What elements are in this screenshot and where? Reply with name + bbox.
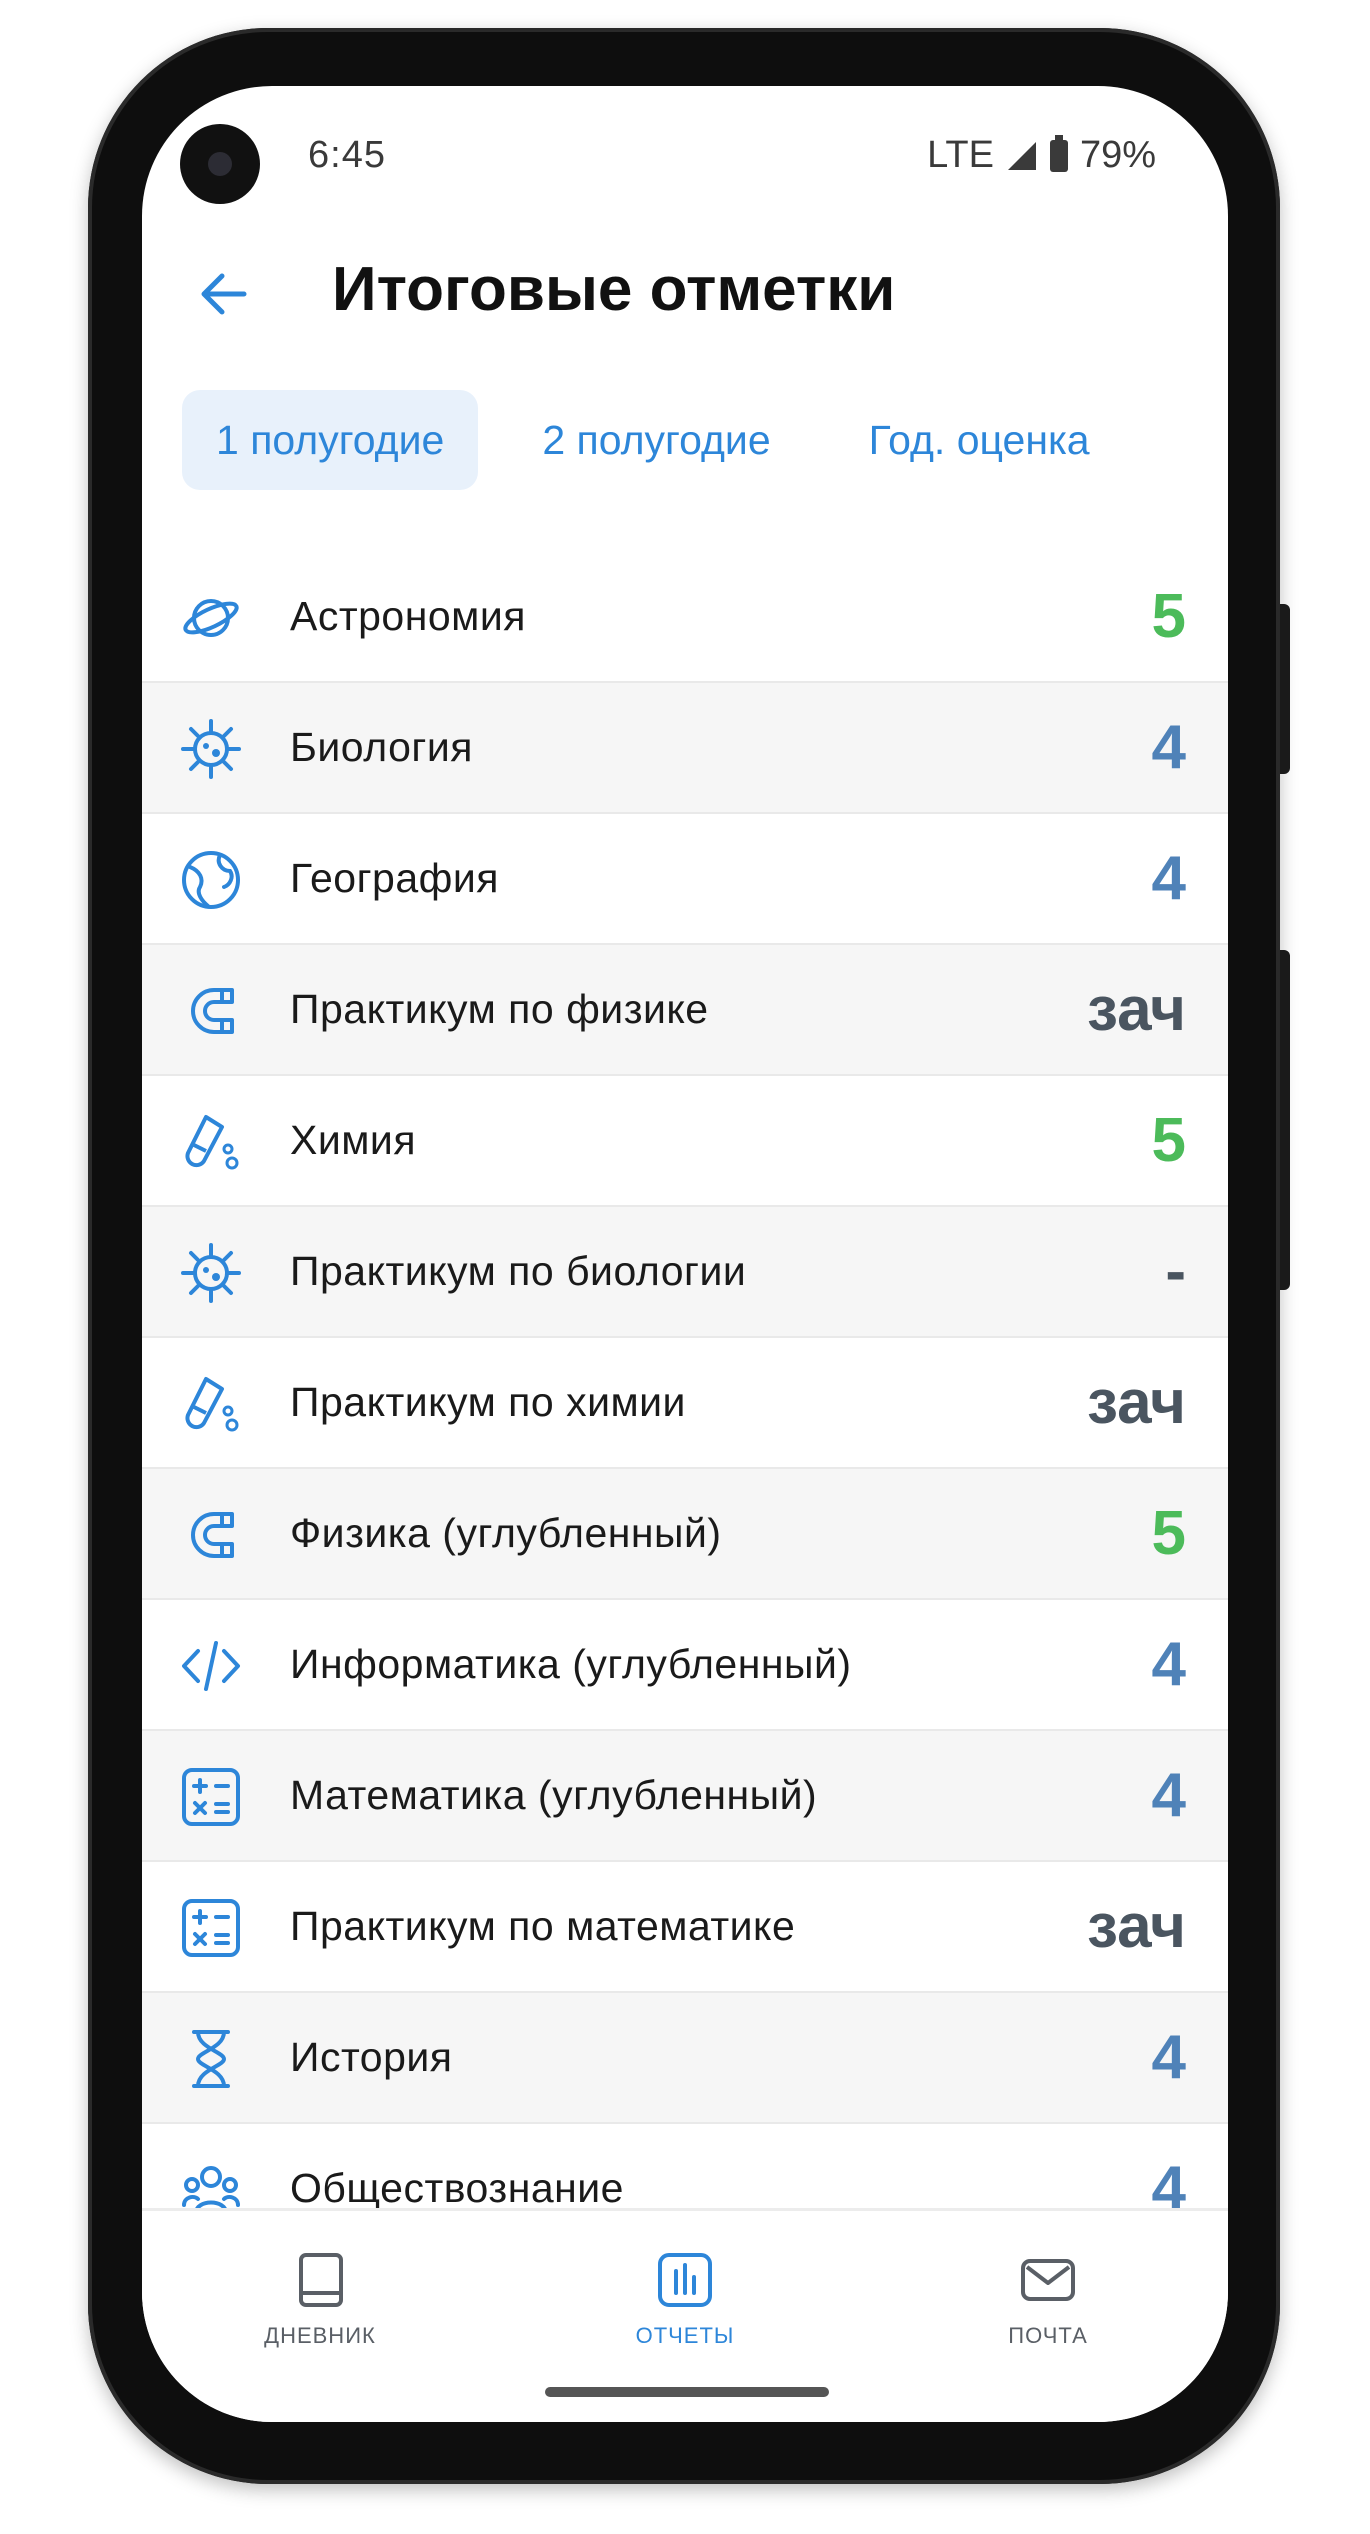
subject-grade: зач: [1087, 1368, 1186, 1437]
nav-reports[interactable]: ОТЧЕТЫ: [585, 2249, 785, 2349]
status-indicators: LTE 79%: [927, 134, 1156, 177]
volume-button: [1280, 950, 1290, 1290]
network-label: LTE: [927, 134, 994, 176]
code-icon: [182, 1641, 240, 1691]
subject-row-math-practicum[interactable]: Практикум по математике зач: [142, 1862, 1228, 1993]
subject-grade: 5: [1151, 582, 1186, 651]
subject-name: Практикум по биологии: [290, 1248, 747, 1294]
subject-name: Физика (углубленный): [290, 1510, 722, 1556]
subject-grade: 4: [1151, 1761, 1186, 1830]
subject-name: Биология: [290, 724, 473, 770]
screen: 6:45 LTE 79% Итоговые отметки 1 полугоди…: [142, 86, 1228, 2422]
subject-name: Астрономия: [290, 593, 526, 639]
front-camera: [180, 124, 260, 204]
subject-row-informatics[interactable]: Информатика (углубленный) 4: [142, 1600, 1228, 1731]
subject-grade: 5: [1151, 1106, 1186, 1175]
subject-grade: 4: [1151, 713, 1186, 782]
calculator-icon: [182, 1768, 240, 1826]
subjects-list: Астрономия 5 Биология 4 География 4 Прак…: [142, 552, 1228, 2255]
subject-grade: зач: [1087, 975, 1186, 1044]
subject-name: Практикум по физике: [290, 986, 709, 1032]
tab-second-half[interactable]: 2 полугодие: [508, 390, 804, 490]
back-arrow-icon[interactable]: [196, 266, 252, 322]
home-indicator[interactable]: [545, 2387, 829, 2397]
subject-grade: 4: [1151, 2023, 1186, 2092]
book-icon: [299, 2253, 343, 2307]
tab-first-half[interactable]: 1 полугодие: [182, 390, 479, 490]
planet-icon: [183, 599, 239, 637]
page-title: Итоговые отметки: [332, 255, 896, 324]
subject-name: География: [290, 855, 499, 901]
hourglass-icon: [192, 2030, 230, 2088]
subject-row-chemistry-practicum[interactable]: Практикум по химии зач: [142, 1338, 1228, 1469]
subject-row-biology-practicum[interactable]: Практикум по биологии -: [142, 1207, 1228, 1338]
subject-name: Информатика (углубленный): [290, 1641, 852, 1687]
subject-name: Химия: [290, 1117, 417, 1163]
flask-icon: [185, 1377, 239, 1432]
globe-icon: [182, 851, 240, 909]
nav-diary[interactable]: ДНЕВНИК: [220, 2249, 420, 2349]
tab-year-grade[interactable]: Год. оценка: [835, 390, 1124, 490]
subject-row-biology[interactable]: Биология 4: [142, 683, 1228, 814]
subject-row-geography[interactable]: География 4: [142, 814, 1228, 945]
flask-icon: [185, 1115, 239, 1170]
mail-icon: [1021, 2259, 1075, 2301]
subject-grade: 5: [1151, 1499, 1186, 1568]
virus-icon: [181, 1243, 241, 1303]
nav-label: ДНЕВНИК: [264, 2323, 376, 2348]
subject-row-chemistry[interactable]: Химия 5: [142, 1076, 1228, 1207]
subject-row-history[interactable]: История 4: [142, 1993, 1228, 2124]
subject-row-astronomy[interactable]: Астрономия 5: [142, 552, 1228, 683]
nav-mail[interactable]: ПОЧТА: [948, 2249, 1148, 2349]
subject-name: Практикум по математике: [290, 1903, 796, 1949]
virus-icon: [181, 719, 241, 779]
battery-percent: 79%: [1079, 134, 1156, 176]
subject-row-physics[interactable]: Физика (углубленный) 5: [142, 1469, 1228, 1600]
subject-row-physics-practicum[interactable]: Практикум по физике зач: [142, 945, 1228, 1076]
signal-icon: [1007, 141, 1036, 170]
status-time: 6:45: [308, 134, 386, 176]
chart-icon: [658, 2253, 712, 2307]
battery-icon: [1049, 134, 1068, 172]
subject-grade: -: [1165, 1237, 1186, 1306]
magnet-icon: [191, 1512, 234, 1558]
nav-label: ПОЧТА: [1008, 2323, 1088, 2348]
power-button: [1280, 604, 1290, 774]
subject-name: Математика (углубленный): [290, 1772, 818, 1818]
subject-grade: 4: [1151, 1630, 1186, 1699]
magnet-icon: [191, 988, 234, 1034]
subject-grade: 4: [1151, 844, 1186, 913]
subject-row-math[interactable]: Математика (углубленный) 4: [142, 1731, 1228, 1862]
subject-grade: зач: [1087, 1892, 1186, 1961]
subject-name: Практикум по химии: [290, 1379, 686, 1425]
nav-label: ОТЧЕТЫ: [635, 2323, 735, 2348]
calculator-icon: [182, 1899, 240, 1957]
subject-name: Обществознание: [290, 2165, 624, 2211]
bottom-navigation: ДНЕВНИК ОТЧЕТЫ ПОЧТА: [142, 2208, 1228, 2422]
period-tabs: 1 полугодие 2 полугодие Год. оценка: [182, 390, 1124, 490]
subject-name: История: [290, 2034, 453, 2080]
